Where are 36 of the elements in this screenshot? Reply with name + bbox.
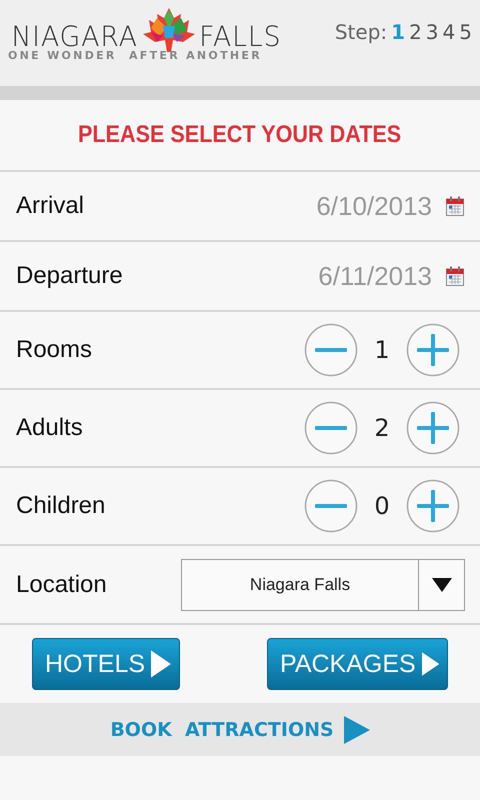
field-label: Adults (16, 414, 83, 442)
count-value: 2 (373, 414, 391, 442)
field-label: Children (16, 492, 106, 520)
field-label: Rooms (16, 336, 92, 364)
logo-tagline: ONE WONDER AFTER ANOTHER (8, 50, 263, 62)
nav-button[interactable]: HOTELS (32, 638, 180, 690)
location-dropdown[interactable]: Niagara Falls (181, 558, 465, 610)
count-value: 1 (373, 336, 391, 364)
maple-leaf-icon (143, 8, 196, 52)
plus-button[interactable] (406, 401, 460, 455)
step-number[interactable]: 1 (391, 20, 406, 44)
step-number[interactable]: 2 (409, 20, 422, 44)
minus-button[interactable] (304, 479, 358, 533)
play-arrow-icon (151, 649, 171, 679)
nav-button[interactable]: PACKAGES (267, 638, 448, 690)
page-title: PLEASE SELECT YOUR DATES (78, 120, 402, 150)
step-number[interactable]: 3 (426, 20, 439, 44)
field-label: Location (16, 570, 107, 598)
step-number[interactable]: 5 (459, 20, 472, 44)
date-value[interactable]: 6/10/2013 (316, 190, 432, 222)
count-value: 0 (373, 492, 391, 520)
calendar-icon[interactable] (446, 196, 464, 216)
logo-text: NIAGARA (11, 22, 138, 52)
plus-button[interactable] (406, 479, 460, 533)
field-label: Departure (16, 262, 123, 290)
play-arrow-icon (344, 716, 370, 744)
minus-button[interactable] (304, 323, 358, 377)
logo-text: FALLS (199, 22, 282, 52)
plus-button[interactable] (406, 323, 460, 377)
calendar-icon[interactable] (446, 266, 464, 286)
date-value[interactable]: 6/11/2013 (318, 260, 432, 292)
field-label: Arrival (16, 192, 84, 220)
dropdown-arrow-icon (432, 578, 452, 592)
minus-button[interactable] (304, 401, 358, 455)
step-label: Step: (334, 20, 388, 44)
step-number[interactable]: 4 (442, 20, 456, 44)
